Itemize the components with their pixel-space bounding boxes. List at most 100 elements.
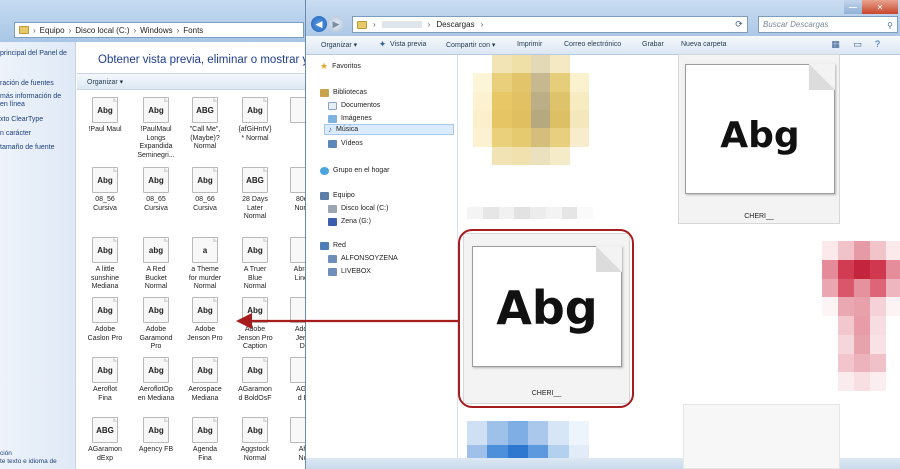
close-button[interactable]: ✕ bbox=[862, 0, 898, 14]
search-placeholder: Buscar Descargas bbox=[763, 20, 829, 29]
font-name: A Truer Blue Normal bbox=[243, 266, 267, 290]
left-pane-link[interactable]: tamaño de fuente bbox=[0, 144, 55, 151]
minimize-button[interactable]: — bbox=[844, 0, 862, 14]
font-item[interactable]: ABG AGaramon dExp bbox=[80, 417, 130, 463]
nav-libraries[interactable]: Bibliotecas bbox=[320, 87, 367, 98]
font-item[interactable]: abg A Red Bucket Normal bbox=[131, 237, 181, 292]
print-button[interactable]: Imprimir bbox=[517, 41, 542, 48]
file-name: CHERI__ bbox=[744, 213, 774, 220]
font-item[interactable]: Abg Adobe Caslon Pro bbox=[80, 297, 130, 343]
font-item[interactable]: Abg !Paul Maul bbox=[80, 97, 130, 135]
font-file-icon: Abg bbox=[92, 237, 118, 263]
font-file-icon: Abg bbox=[242, 237, 268, 263]
font-item[interactable]: Abg 08_56 Cursiva bbox=[80, 167, 130, 213]
font-name: Agency FB bbox=[138, 446, 174, 453]
left-pane-link[interactable]: n carácter bbox=[0, 130, 31, 137]
font-item[interactable]: Abg Aeroflot Fina bbox=[80, 357, 130, 403]
nav-computer[interactable]: Equipo bbox=[320, 190, 355, 201]
breadcrumb-item[interactable]: Fonts bbox=[183, 26, 203, 35]
preview-pane-icon[interactable]: ▭ bbox=[852, 39, 863, 50]
font-item[interactable]: Abg !PaulMaul Longs Expandida Seminegri..… bbox=[131, 97, 181, 160]
left-pane-link[interactable]: ración de fuentes bbox=[0, 80, 54, 87]
breadcrumb-item[interactable]: Windows bbox=[140, 26, 172, 35]
nav-videos[interactable]: Vídeos bbox=[328, 138, 363, 149]
nav-drive-c[interactable]: Disco local (C:) bbox=[328, 203, 388, 214]
nav-homegroup[interactable]: Grupo en el hogar bbox=[320, 165, 389, 176]
forward-arrow-icon: ▶ bbox=[332, 18, 340, 29]
font-item[interactable]: a a Theme for murder Normal bbox=[180, 237, 230, 292]
font-name: !PaulMaul Longs Expandida Seminegri... bbox=[137, 126, 175, 159]
page-title: Obtener vista previa, eliminar o mostrar… bbox=[98, 54, 312, 66]
font-name: 08_65 Cursiva bbox=[144, 196, 168, 212]
nav-music[interactable]: ♪ Música bbox=[324, 124, 454, 135]
downloads-window-chrome: ◀ ▶ › › Descargas › ⟳ Buscar Descargas ⚲… bbox=[306, 0, 900, 36]
nav-network[interactable]: Red bbox=[320, 240, 346, 251]
search-icon: ⚲ bbox=[887, 21, 893, 30]
left-pane-link[interactable]: xto ClearType bbox=[0, 116, 43, 123]
page-fold bbox=[809, 64, 835, 90]
font-file-icon: abg bbox=[143, 237, 169, 263]
file-item-cheri-top[interactable]: Abg CHERI__ bbox=[678, 54, 840, 224]
nav-drive-g[interactable]: Zena (G:) bbox=[328, 216, 371, 227]
nav-images[interactable]: Imágenes bbox=[328, 113, 372, 124]
font-item[interactable]: Abg A little sunshine Mediana bbox=[80, 237, 130, 292]
search-input[interactable]: Buscar Descargas ⚲ bbox=[758, 16, 898, 33]
font-item[interactable]: Abg {afGiHntV} * Normal bbox=[230, 97, 280, 143]
breadcrumb-item[interactable]: Equipo bbox=[40, 26, 65, 35]
font-name: {afGiHntV} * Normal bbox=[238, 126, 272, 142]
font-item[interactable]: ABG 28 Days Later Normal bbox=[230, 167, 280, 222]
font-item[interactable]: Abg Aggstock Normal bbox=[230, 417, 280, 463]
font-item[interactable]: Abg Adobe Garamond Pro bbox=[131, 297, 181, 352]
font-item[interactable]: Abg 08_66 Cursiva bbox=[180, 167, 230, 213]
left-pane-link[interactable]: en línea bbox=[0, 101, 25, 108]
help-icon[interactable]: ? bbox=[872, 39, 883, 50]
folder-icon bbox=[19, 26, 29, 34]
font-name: 08_56 Cursiva bbox=[93, 196, 117, 212]
new-folder-button[interactable]: Nueva carpeta bbox=[681, 41, 727, 48]
downloads-address-bar[interactable]: › › Descargas › bbox=[352, 16, 748, 33]
font-item[interactable]: Abg A Truer Blue Normal bbox=[230, 237, 280, 292]
email-button[interactable]: Correo electrónico bbox=[564, 41, 621, 48]
font-item[interactable]: ABG "Call Me", (Maybe)? Normal bbox=[180, 97, 230, 152]
preview-icon: ✦ bbox=[378, 39, 387, 49]
font-file-icon: a bbox=[192, 237, 218, 263]
font-item[interactable]: Abg Agency FB bbox=[131, 417, 181, 455]
refresh-icon[interactable]: ⟳ bbox=[732, 18, 746, 31]
preview-button[interactable]: Vista previa bbox=[390, 41, 426, 48]
nav-network-host[interactable]: LIVEBOX bbox=[328, 266, 371, 277]
font-file-icon: Abg bbox=[92, 167, 118, 193]
pixelated-thumbnail[interactable] bbox=[822, 241, 900, 391]
view-options-icon[interactable]: ▦ bbox=[830, 39, 841, 50]
font-item[interactable]: Abg Agenda Fina bbox=[180, 417, 230, 463]
back-button[interactable]: ◀ bbox=[311, 16, 327, 32]
font-file-icon: Abg bbox=[143, 417, 169, 443]
font-item[interactable]: Abg AGaramon d BoldOsF bbox=[230, 357, 280, 403]
organize-button[interactable]: Organizar ▾ bbox=[87, 78, 123, 86]
font-file-icon: Abg bbox=[143, 167, 169, 193]
font-item[interactable]: Abg AeroflotOp en Mediana bbox=[131, 357, 181, 403]
fonts-address-bar[interactable]: › Equipo › Disco local (C:) › Windows › … bbox=[14, 22, 304, 38]
breadcrumb-item[interactable]: Descargas bbox=[436, 20, 474, 29]
font-item[interactable]: Abg 08_65 Cursiva bbox=[131, 167, 181, 213]
nav-documents[interactable]: Documentos bbox=[328, 100, 380, 111]
font-name: AGaramon dExp bbox=[88, 446, 122, 462]
fonts-window: › Equipo › Disco local (C:) › Windows › … bbox=[0, 0, 312, 469]
share-button[interactable]: Compartir con ▾ bbox=[446, 41, 495, 49]
forward-button[interactable]: ▶ bbox=[328, 16, 344, 32]
folder-icon bbox=[357, 20, 367, 29]
font-item[interactable]: Abg Aerospace Mediana bbox=[180, 357, 230, 403]
burn-button[interactable]: Grabar bbox=[642, 41, 664, 48]
breadcrumb-item[interactable]: Disco local (C:) bbox=[75, 26, 129, 35]
pixelated-thumbnail[interactable] bbox=[473, 55, 589, 165]
font-name: 08_66 Cursiva bbox=[193, 196, 217, 212]
left-pane-link[interactable]: más información de bbox=[0, 93, 61, 100]
font-name: 28 Days Later Normal bbox=[242, 196, 268, 220]
left-pane-link[interactable]: principal del Panel de bbox=[0, 50, 67, 57]
font-item[interactable]: Abg Adobe Jenson Pro bbox=[180, 297, 230, 343]
nav-network-host[interactable]: ALFONSOYZENA bbox=[328, 253, 398, 264]
organize-button[interactable]: Organizar ▾ bbox=[321, 41, 357, 49]
nav-favorites[interactable]: ★ Favoritos bbox=[320, 61, 361, 72]
file-item-placeholder bbox=[683, 404, 840, 469]
font-item[interactable]: Abg Adobe Jenson Pro Caption bbox=[230, 297, 280, 352]
font-name: AeroflotOp en Mediana bbox=[137, 386, 175, 402]
